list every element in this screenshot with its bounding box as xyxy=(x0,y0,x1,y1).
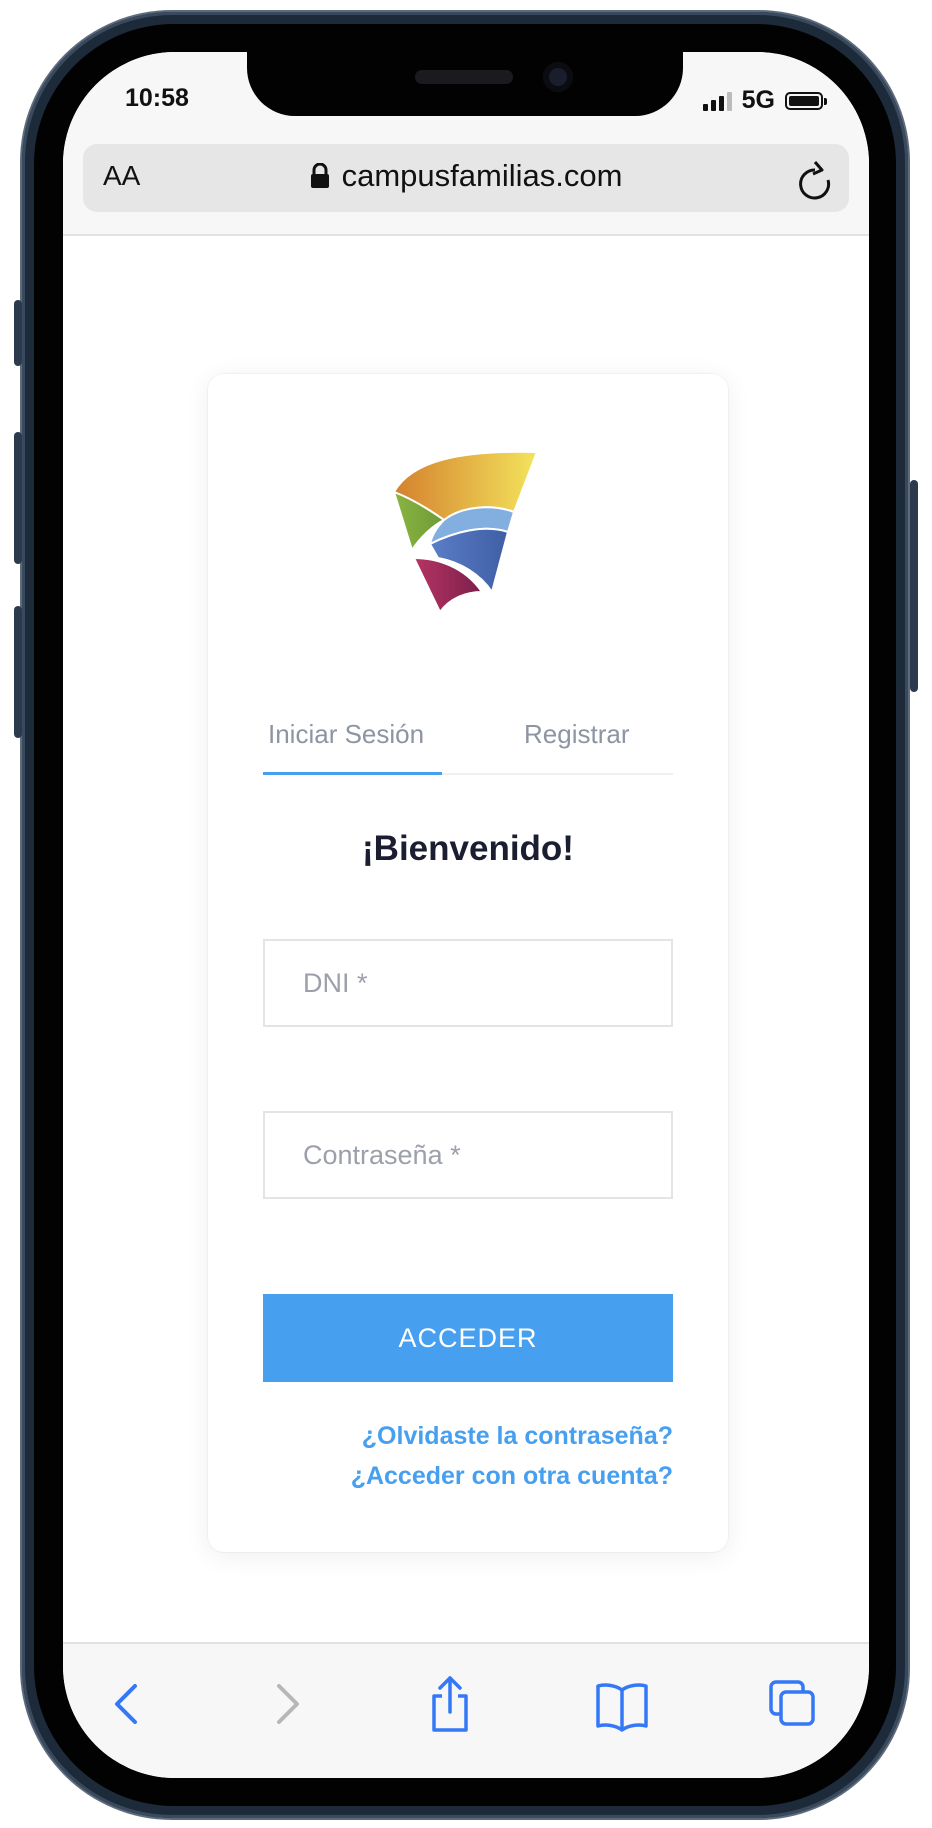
auth-links: ¿Olvidaste la contraseña? ¿Acceder con o… xyxy=(351,1416,673,1496)
screen: 10:58 5G AA campusfamilias.com Iniciar S… xyxy=(63,52,869,1778)
browser-toolbar xyxy=(63,1642,869,1778)
password-input[interactable] xyxy=(263,1111,673,1199)
login-card: Iniciar Sesión Registrar ¡Bienvenido! AC… xyxy=(208,374,728,1552)
forward-button[interactable] xyxy=(267,1674,307,1739)
signal-icon xyxy=(702,91,732,111)
tab-login[interactable]: Iniciar Sesión xyxy=(268,719,424,750)
lock-icon xyxy=(310,163,329,188)
share-icon xyxy=(432,1676,468,1732)
power-button xyxy=(910,480,918,692)
volume-up-button xyxy=(14,432,22,564)
status-time: 10:58 xyxy=(125,84,189,112)
other-account-link[interactable]: ¿Acceder con otra cuenta? xyxy=(351,1456,673,1496)
notch xyxy=(247,52,683,116)
campus-logo xyxy=(392,450,539,614)
front-camera xyxy=(543,62,573,92)
earpiece-speaker xyxy=(415,70,513,84)
active-tab-indicator xyxy=(263,772,442,775)
volume-down-button xyxy=(14,606,22,738)
battery-icon xyxy=(785,91,827,110)
bookmarks-icon xyxy=(596,1683,648,1732)
url-display[interactable]: campusfamilias.com xyxy=(83,158,849,194)
forward-icon xyxy=(277,1684,299,1724)
forgot-password-link[interactable]: ¿Olvidaste la contraseña? xyxy=(351,1416,673,1456)
back-icon xyxy=(115,1684,137,1724)
welcome-heading: ¡Bienvenido! xyxy=(362,829,574,868)
bookmarks-button[interactable] xyxy=(595,1674,649,1739)
network-type: 5G xyxy=(741,86,775,114)
tabs-icon xyxy=(769,1680,815,1726)
mute-switch xyxy=(14,300,22,366)
login-button[interactable]: ACCEDER xyxy=(263,1294,673,1382)
status-indicators: 5G xyxy=(702,86,827,115)
address-bar[interactable]: AA campusfamilias.com xyxy=(83,144,849,212)
share-button[interactable] xyxy=(428,1674,472,1739)
tabs-button[interactable] xyxy=(767,1674,817,1739)
tab-register[interactable]: Registrar xyxy=(524,719,629,750)
auth-tabs: Iniciar Sesión Registrar xyxy=(263,719,673,775)
reload-button[interactable] xyxy=(795,156,835,205)
dni-input[interactable] xyxy=(263,939,673,1027)
url-text: campusfamilias.com xyxy=(341,158,623,193)
back-button[interactable] xyxy=(107,1674,147,1739)
reload-icon xyxy=(799,161,831,200)
